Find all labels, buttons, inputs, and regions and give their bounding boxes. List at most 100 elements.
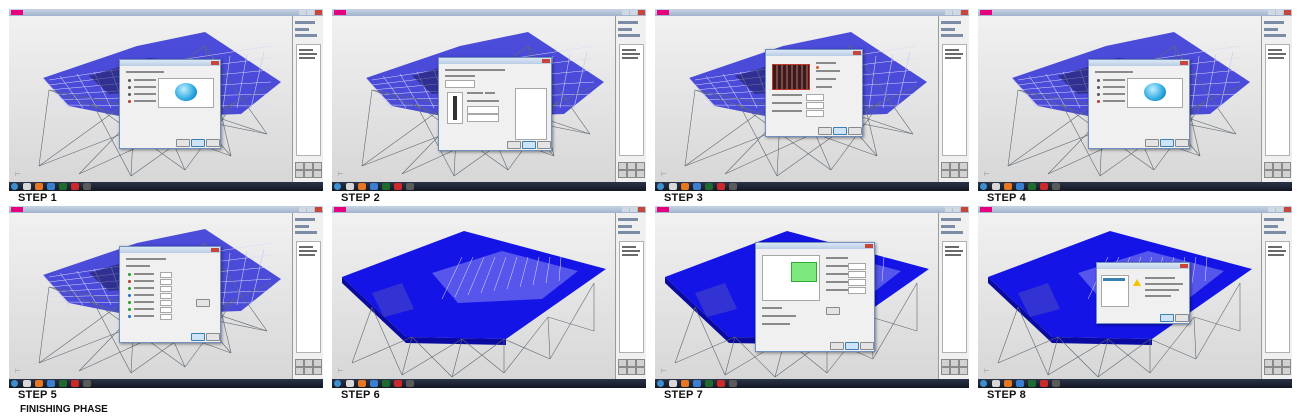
value-field[interactable] [848,287,866,294]
panel-tool-button[interactable] [1282,162,1291,170]
taskbar-app-icon[interactable] [35,183,43,190]
tree-item[interactable] [945,49,959,51]
radio-option[interactable] [1097,93,1100,96]
tree-item[interactable] [1268,57,1284,59]
taskbar-app-icon[interactable] [681,183,689,190]
panel-tool-button[interactable] [295,359,304,367]
tree-item[interactable] [299,57,315,59]
cancel-button[interactable] [848,127,862,135]
panel-tool-button[interactable] [1264,162,1273,170]
taskbar-app-icon[interactable] [1028,183,1036,190]
taskbar-app-icon[interactable] [406,380,414,387]
taskbar-app-icon[interactable] [705,380,713,387]
tree-view[interactable] [619,44,644,156]
taskbar-app-icon[interactable] [992,380,1000,387]
dialog-close-button[interactable] [865,244,873,248]
minimize-button[interactable] [1268,10,1275,15]
close-button[interactable] [1284,207,1291,212]
minimize-button[interactable] [622,207,629,212]
minimize-button[interactable] [299,10,306,15]
radio-option[interactable] [128,93,131,96]
tree-item[interactable] [945,254,961,256]
panel-tool-button[interactable] [950,170,959,178]
tree-view[interactable] [942,44,967,156]
apply-button[interactable] [196,299,210,307]
minimize-button[interactable] [622,10,629,15]
taskbar-app-icon[interactable] [1028,380,1036,387]
panel-tool-button[interactable] [313,170,322,178]
dialog-close-button[interactable] [211,61,219,65]
taskbar-app-icon[interactable] [47,380,55,387]
panel-tool-button[interactable] [941,367,950,375]
panel-tool-button[interactable] [295,162,304,170]
panel-tool-button[interactable] [636,162,645,170]
panel-tool-button[interactable] [627,170,636,178]
taskbar-app-icon[interactable] [394,380,402,387]
dialog-close-button[interactable] [211,248,219,252]
ok-button[interactable] [818,127,832,135]
ok-button[interactable] [522,141,536,149]
taskbar-app-icon[interactable] [1052,183,1060,190]
value-field[interactable] [806,94,824,101]
taskbar-app-icon[interactable] [382,380,390,387]
start-button-icon[interactable] [334,183,341,190]
value-field[interactable] [467,106,499,114]
panel-tool-button[interactable] [950,359,959,367]
maximize-button[interactable] [630,10,637,15]
panel-tool-button[interactable] [618,162,627,170]
taskbar-app-icon[interactable] [83,380,91,387]
taskbar-app-icon[interactable] [394,183,402,190]
tree-item[interactable] [299,250,317,252]
value-field[interactable] [806,102,824,109]
panel-tool-button[interactable] [959,170,968,178]
taskbar-app-icon[interactable] [370,380,378,387]
panel-tool-button[interactable] [950,162,959,170]
panel-tool-button[interactable] [313,359,322,367]
value-field[interactable] [848,279,866,286]
tree-item[interactable] [299,254,315,256]
start-button-icon[interactable] [657,380,664,387]
color-swatch[interactable] [816,66,819,69]
preview-button[interactable] [826,307,840,315]
panel-tool-button[interactable] [941,170,950,178]
ok-button[interactable] [845,342,859,350]
tree-item[interactable] [1268,246,1282,248]
ok-button[interactable] [1160,139,1174,147]
tree-item[interactable] [299,49,313,51]
panel-tool-button[interactable] [959,367,968,375]
value-field[interactable] [848,271,866,278]
tree-view[interactable] [619,241,644,353]
taskbar-app-icon[interactable] [669,183,677,190]
maximize-button[interactable] [953,10,960,15]
taskbar-app-icon[interactable] [346,380,354,387]
maximize-button[interactable] [630,207,637,212]
panel-tool-button[interactable] [618,367,627,375]
taskbar-app-icon[interactable] [358,380,366,387]
tree-item[interactable] [1268,250,1286,252]
taskbar-app-icon[interactable] [83,183,91,190]
panel-tool-button[interactable] [618,359,627,367]
tree-item[interactable] [945,250,963,252]
start-button-icon[interactable] [334,380,341,387]
value-field[interactable] [160,300,172,306]
tree-item[interactable] [299,53,317,55]
panel-tool-button[interactable] [636,359,645,367]
close-button[interactable] [638,10,645,15]
panel-tool-button[interactable] [1264,359,1273,367]
taskbar-app-icon[interactable] [1016,183,1024,190]
panel-tool-button[interactable] [1282,367,1291,375]
close-button[interactable] [961,10,968,15]
tree-item[interactable] [945,53,963,55]
taskbar-app-icon[interactable] [1052,380,1060,387]
taskbar-app-icon[interactable] [382,183,390,190]
panel-tool-button[interactable] [627,162,636,170]
tree-item[interactable] [622,53,640,55]
ok-button[interactable] [191,139,205,147]
tree-view[interactable] [1265,44,1290,156]
radio-option[interactable] [1097,86,1100,89]
3d-viewport[interactable]: ⊢ [332,213,615,379]
panel-tool-button[interactable] [627,359,636,367]
taskbar-app-icon[interactable] [47,183,55,190]
taskbar-app-icon[interactable] [693,183,701,190]
dialog-close-button[interactable] [1180,264,1188,268]
